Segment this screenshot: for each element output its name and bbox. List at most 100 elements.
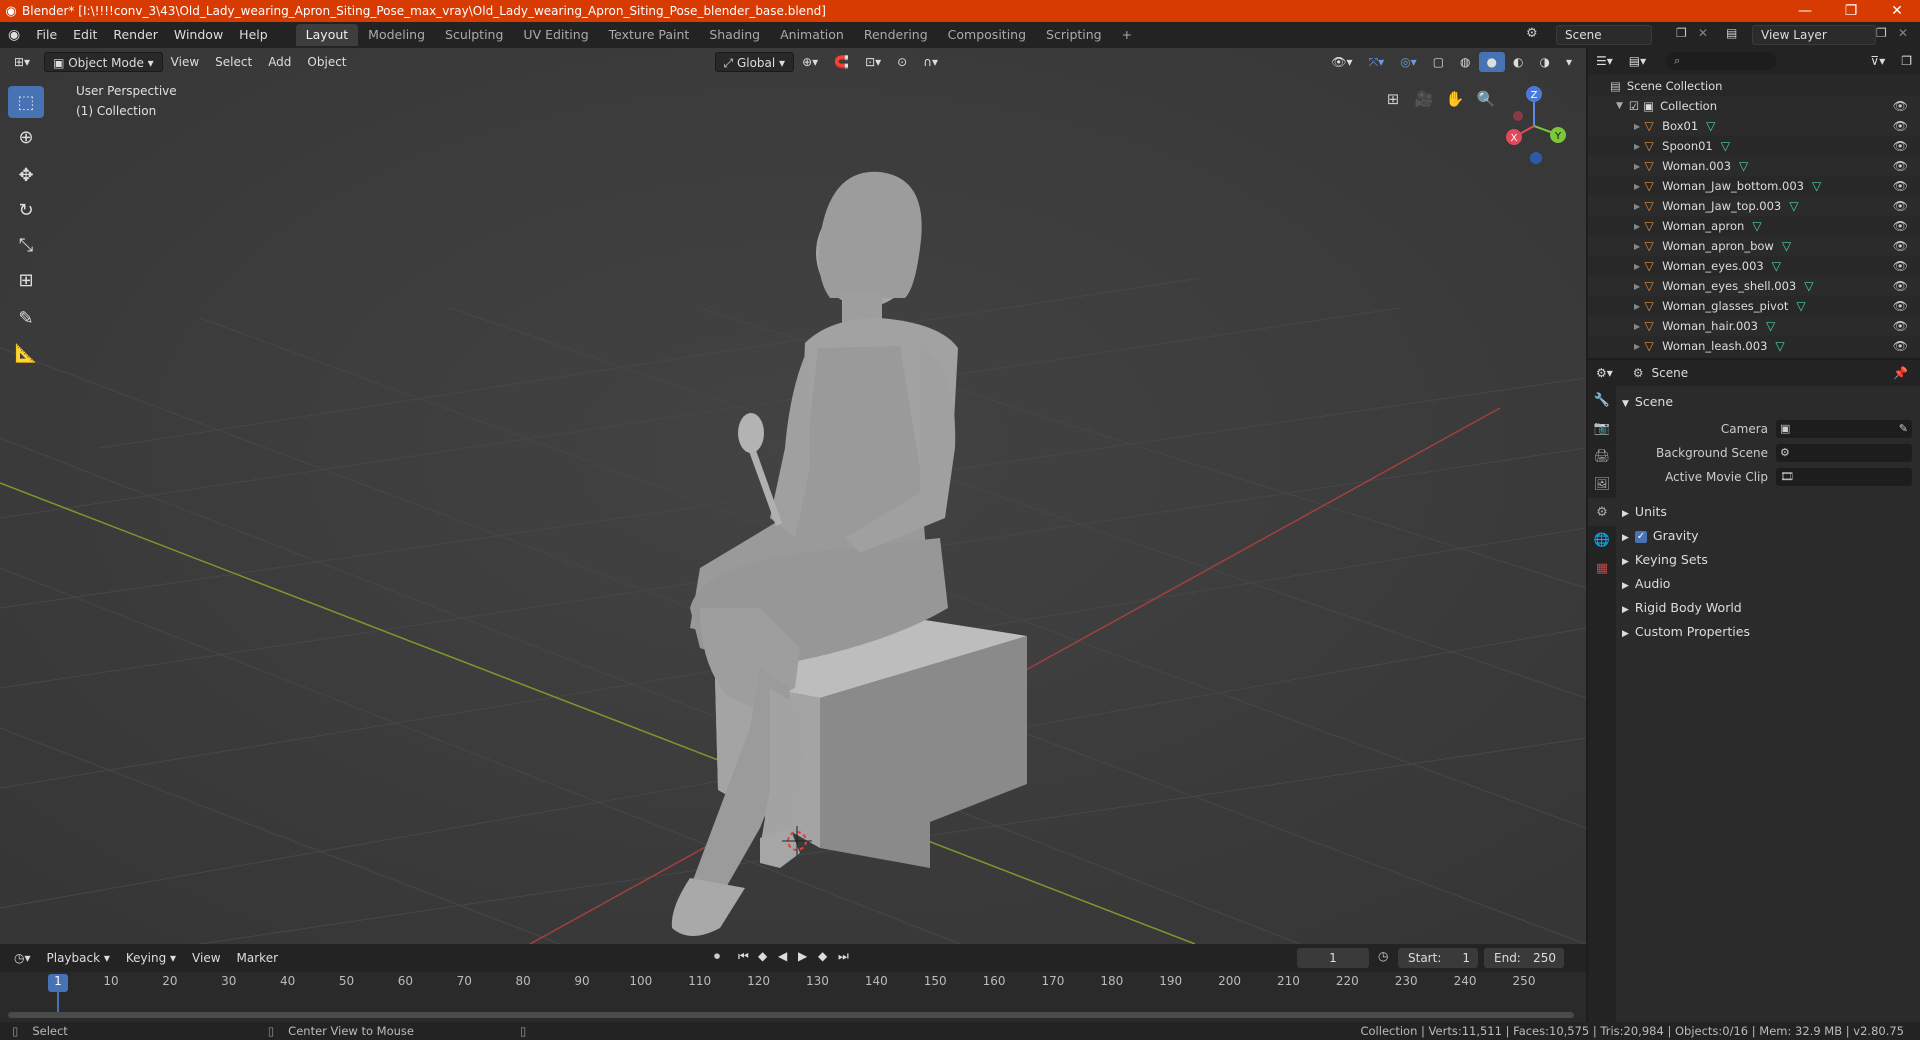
mesh-data-icon[interactable]: ▽ <box>1812 179 1821 193</box>
outliner-object-row[interactable]: ▶ ▽ Box01 ▽ 👁 <box>1588 116 1920 136</box>
tab-texture-paint[interactable]: Texture Paint <box>599 24 700 46</box>
mesh-data-icon[interactable]: ▽ <box>1706 119 1715 133</box>
object-visibility-icon[interactable]: 👁 <box>1893 219 1908 233</box>
menu-render[interactable]: Render <box>105 22 166 48</box>
collection-row[interactable]: ▼ ☑ ▣ Collection 👁 <box>1588 96 1920 116</box>
outliner-object-row[interactable]: ▶ ▽ Woman_apron ▽ 👁 <box>1588 216 1920 236</box>
gravity-panel[interactable]: ▶ ✓ Gravity <box>1622 528 1699 543</box>
play-icon[interactable]: ▶ <box>798 949 807 963</box>
menu-file[interactable]: File <box>28 22 65 48</box>
object-visibility-icon[interactable]: 👁 <box>1893 339 1908 353</box>
mesh-data-icon[interactable]: ▽ <box>1766 319 1775 333</box>
menu-marker[interactable]: Marker <box>229 948 286 968</box>
measure-tool-icon[interactable]: 📐 <box>8 337 44 369</box>
new-scene-icon[interactable]: ❐ <box>1676 26 1687 40</box>
menu-edit[interactable]: Edit <box>65 22 105 48</box>
wireframe-shading-icon[interactable]: ◍ <box>1452 52 1478 72</box>
jump-end-icon[interactable]: ⏭ <box>838 949 849 964</box>
background-scene-field[interactable]: ⚙ <box>1776 444 1912 462</box>
visibility-icon[interactable]: 👁▾ <box>1323 52 1360 72</box>
mesh-data-icon[interactable]: ▽ <box>1782 239 1791 253</box>
proportional-edit-icon[interactable]: ⊙ <box>889 52 915 72</box>
mesh-data-icon[interactable]: ▽ <box>1796 299 1805 313</box>
menu-window[interactable]: Window <box>166 22 231 48</box>
object-visibility-icon[interactable]: 👁 <box>1893 179 1908 193</box>
pivot-icon[interactable]: ⊕▾ <box>794 52 826 72</box>
outliner-object-row[interactable]: ▶ ▽ Woman_glasses_pivot ▽ 👁 <box>1588 296 1920 316</box>
world-tab-icon[interactable]: 🌐 <box>1588 526 1616 554</box>
collection-visibility-icon[interactable]: 👁 <box>1893 99 1908 113</box>
outliner-editor-type-icon[interactable]: ☰▾ <box>1588 51 1621 71</box>
3d-viewport[interactable]: ⊞▾ ▣ Object Mode ▾ View Select Add Objec… <box>0 48 1586 944</box>
outliner-object-row[interactable]: ▶ ▽ Woman_Jaw_top.003 ▽ 👁 <box>1588 196 1920 216</box>
transform-orientation-selector[interactable]: ⤢ Global ▾ <box>714 52 795 72</box>
transform-tool-icon[interactable]: ⊞ <box>8 264 44 296</box>
falloff-icon[interactable]: ∩▾ <box>915 52 946 72</box>
outliner-object-row[interactable]: ▶ ▽ Woman_eyes_shell.003 ▽ 👁 <box>1588 276 1920 296</box>
gizmo-toggle-icon[interactable]: ⤧▾ <box>1361 52 1393 72</box>
menu-keying[interactable]: Keying ▾ <box>118 948 184 968</box>
material-shading-icon[interactable]: ◐ <box>1505 52 1531 72</box>
properties-editor-type-icon[interactable]: ⚙▾ <box>1588 363 1621 383</box>
menu-timeline-view[interactable]: View <box>184 948 228 968</box>
editor-type-icon[interactable]: ⊞▾ <box>6 52 38 72</box>
outliner-object-row[interactable]: ▶ ▽ Woman.003 ▽ 👁 <box>1588 156 1920 176</box>
outliner-object-row[interactable]: ▶ ▽ Woman_eyes.003 ▽ 👁 <box>1588 256 1920 276</box>
filter-icon[interactable]: ⊽▾ <box>1862 51 1893 71</box>
object-visibility-icon[interactable]: 👁 <box>1893 299 1908 313</box>
shading-options-icon[interactable]: ▾ <box>1558 52 1580 72</box>
timeline-editor-type-icon[interactable]: ◷▾ <box>6 948 39 968</box>
toggle-camera-view-grid-icon[interactable]: ⊞ <box>1380 86 1406 112</box>
outliner-object-row[interactable]: ▶ ▽ Woman_Jaw_bottom.003 ▽ 👁 <box>1588 176 1920 196</box>
play-reverse-icon[interactable]: ◀ <box>778 949 787 963</box>
tab-scripting[interactable]: Scripting <box>1036 24 1112 46</box>
cursor-tool-icon[interactable]: ⊕ <box>8 121 44 153</box>
overlay-toggle-icon[interactable]: ◎▾ <box>1392 52 1425 72</box>
add-workspace-button[interactable]: + <box>1112 24 1142 46</box>
eyedropper-icon[interactable]: ✎ <box>1899 420 1908 438</box>
object-visibility-icon[interactable]: 👁 <box>1893 159 1908 173</box>
snap-icon[interactable]: 🧲 <box>826 52 857 72</box>
menu-view[interactable]: View <box>163 52 207 72</box>
menu-add[interactable]: Add <box>260 52 299 72</box>
new-collection-icon[interactable]: ❐ <box>1893 51 1920 71</box>
xray-icon[interactable]: ▢ <box>1425 52 1452 72</box>
start-frame-field[interactable]: Start: 1 <box>1398 948 1478 968</box>
output-tab-icon[interactable]: 🖨 <box>1588 442 1616 470</box>
next-keyframe-icon[interactable]: ◆ <box>818 949 827 963</box>
annotate-tool-icon[interactable]: ✎ <box>8 302 44 334</box>
current-frame-field[interactable]: 1 <box>1297 948 1369 968</box>
new-view-layer-icon[interactable]: ❐ <box>1876 26 1887 40</box>
gravity-checkbox[interactable]: ✓ <box>1634 530 1647 543</box>
zoom-view-icon[interactable]: 🔍 <box>1473 86 1499 112</box>
object-visibility-icon[interactable]: 👁 <box>1893 119 1908 133</box>
view-layer-tab-icon[interactable]: 🖼 <box>1588 470 1616 498</box>
outliner-object-row[interactable]: ▶ ▽ Woman_apron_bow ▽ 👁 <box>1588 236 1920 256</box>
camera-field[interactable]: ▣ ✎ <box>1776 420 1912 438</box>
tab-sculpting[interactable]: Sculpting <box>435 24 513 46</box>
rigid-body-world-panel[interactable]: ▶ Rigid Body World <box>1622 600 1742 615</box>
mode-selector[interactable]: ▣ Object Mode ▾ <box>44 52 163 72</box>
texture-tab-icon[interactable]: ▦ <box>1588 554 1616 582</box>
delete-view-layer-icon[interactable]: ✕ <box>1898 26 1908 40</box>
mesh-data-icon[interactable]: ▽ <box>1804 279 1813 293</box>
tab-compositing[interactable]: Compositing <box>938 24 1036 46</box>
menu-help[interactable]: Help <box>231 22 276 48</box>
mesh-data-icon[interactable]: ▽ <box>1739 159 1748 173</box>
prev-keyframe-icon[interactable]: ◆ <box>758 949 767 963</box>
outliner-object-row[interactable]: ▶ ▽ Woman_leash.003 ▽ 👁 <box>1588 336 1920 356</box>
select-box-tool-icon[interactable]: ⬚ <box>8 86 44 118</box>
gizmo-neg-z-handle[interactable] <box>1530 152 1542 164</box>
keying-sets-panel[interactable]: ▶ Keying Sets <box>1622 552 1708 567</box>
collection-checkbox[interactable]: ☑ <box>1629 99 1639 113</box>
units-panel[interactable]: ▶ Units <box>1622 504 1667 519</box>
navigation-gizmo[interactable]: Z Y X <box>1498 82 1578 172</box>
move-tool-icon[interactable]: ✥ <box>8 159 44 191</box>
outliner-object-row[interactable]: ▶ ▽ Spoon01 ▽ 👁 <box>1588 136 1920 156</box>
mesh-data-icon[interactable]: ▽ <box>1775 339 1784 353</box>
pin-icon[interactable]: 📌 <box>1893 366 1908 380</box>
delete-scene-icon[interactable]: ✕ <box>1698 26 1708 40</box>
maximize-button[interactable]: ❐ <box>1828 3 1874 19</box>
end-frame-field[interactable]: End: 250 <box>1484 948 1564 968</box>
pan-view-icon[interactable]: ✋ <box>1442 86 1468 112</box>
